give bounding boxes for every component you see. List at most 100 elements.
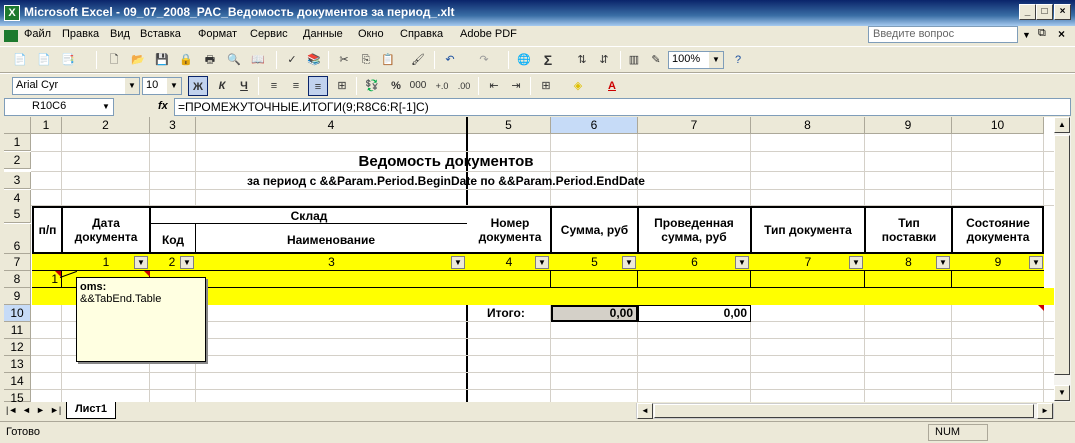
italic-button[interactable]: К xyxy=(212,76,232,96)
fill-color-icon[interactable]: ◈ xyxy=(568,76,588,96)
worksheet-grid[interactable]: 1 2 3 4 5 6 7 8 9 10 1 2 3 4 5 6 7 8 9 1… xyxy=(4,117,1054,402)
name-box[interactable]: R10C6 ▼ xyxy=(4,98,114,116)
row-header-14[interactable]: 14 xyxy=(4,373,31,390)
increase-decimal-icon[interactable]: +.0 xyxy=(432,76,452,96)
borders-icon[interactable]: ⊞ xyxy=(536,76,556,96)
merge-center-icon[interactable]: ⊞ xyxy=(332,76,352,96)
print-preview-icon[interactable]: 🔍 xyxy=(224,50,244,70)
doc-restore-button[interactable]: ⧉ xyxy=(1038,27,1046,40)
row-header-15[interactable]: 15 xyxy=(4,390,31,402)
research-book-icon[interactable]: 📚 xyxy=(304,50,324,70)
col-header-3[interactable]: 3 xyxy=(150,117,196,134)
autofilter-dropdown[interactable]: ▼ xyxy=(622,256,636,269)
spelling-icon[interactable]: ✓ xyxy=(282,50,302,70)
row-header-12[interactable]: 12 xyxy=(4,339,31,356)
row-header-7[interactable]: 7 xyxy=(4,254,31,271)
autofilter-dropdown[interactable]: ▼ xyxy=(735,256,749,269)
autofilter-dropdown[interactable]: ▼ xyxy=(1029,256,1043,269)
help-question-input[interactable]: Введите вопрос xyxy=(868,26,1018,43)
last-sheet-icon[interactable]: ►| xyxy=(50,405,61,415)
scroll-right-icon[interactable]: ► xyxy=(1037,403,1053,419)
zoom-select[interactable]: 100% ▼ xyxy=(668,51,724,69)
col-header-7[interactable]: 7 xyxy=(638,117,751,134)
col-header-2[interactable]: 2 xyxy=(62,117,150,134)
autofilter-dropdown[interactable]: ▼ xyxy=(451,256,465,269)
autofilter-dropdown[interactable]: ▼ xyxy=(134,256,148,269)
autosum-icon[interactable]: Σ xyxy=(538,50,558,70)
chevron-down-icon[interactable]: ▼ xyxy=(99,99,113,115)
help-dropdown-icon[interactable]: ▼ xyxy=(1022,30,1031,40)
prev-sheet-icon[interactable]: ◄ xyxy=(22,405,31,415)
print-icon[interactable]: 🖶 xyxy=(200,50,220,70)
pdf-icon[interactable]: 📄 xyxy=(10,50,30,70)
percent-button[interactable]: % xyxy=(386,76,406,96)
col-header-4[interactable]: 4 xyxy=(196,117,467,134)
row-header-4[interactable]: 4 xyxy=(4,190,31,207)
align-right-icon[interactable]: ≡ xyxy=(308,76,328,96)
open-icon[interactable]: 📂 xyxy=(128,50,148,70)
bold-button[interactable]: Ж xyxy=(188,76,208,96)
chevron-down-icon[interactable]: ▼ xyxy=(167,78,181,94)
col-header-1[interactable]: 1 xyxy=(31,117,62,134)
menu-view[interactable]: Вид xyxy=(110,28,130,40)
row-header-6[interactable]: 6 xyxy=(4,224,31,254)
menu-window[interactable]: Окно xyxy=(358,28,384,40)
pdf-review-icon[interactable]: 📑 xyxy=(58,50,78,70)
next-sheet-icon[interactable]: ► xyxy=(36,405,45,415)
row-header-5[interactable]: 5 xyxy=(4,206,31,223)
underline-button[interactable]: Ч xyxy=(234,76,254,96)
decrease-decimal-icon[interactable]: .00 xyxy=(454,76,474,96)
fx-icon[interactable]: fx xyxy=(158,100,168,112)
autofilter-dropdown[interactable]: ▼ xyxy=(936,256,950,269)
chevron-down-icon[interactable]: ▼ xyxy=(125,78,139,94)
row-header-2[interactable]: 2 xyxy=(4,152,31,169)
maximize-button[interactable]: □ xyxy=(1036,4,1053,20)
chevron-down-icon[interactable]: ▼ xyxy=(709,52,723,68)
help-icon[interactable]: ? xyxy=(728,50,748,70)
format-painter-icon[interactable]: 🖌 xyxy=(408,50,428,70)
select-all-corner[interactable] xyxy=(4,117,31,134)
menu-data[interactable]: Данные xyxy=(303,28,343,40)
row-header-9[interactable]: 9 xyxy=(4,288,31,305)
sort-ascending-icon[interactable]: ⇅ xyxy=(572,50,592,70)
col-header-8[interactable]: 8 xyxy=(751,117,865,134)
save-icon[interactable]: 💾 xyxy=(152,50,172,70)
menu-adobe-pdf[interactable]: Adobe PDF xyxy=(460,28,517,40)
scroll-thumb[interactable] xyxy=(1054,135,1070,375)
col-header-10[interactable]: 10 xyxy=(952,117,1044,134)
total-posted-cell[interactable]: 0,00 xyxy=(638,305,751,322)
scroll-up-icon[interactable]: ▲ xyxy=(1054,117,1070,133)
excel-app-icon[interactable]: X xyxy=(4,5,20,21)
minimize-button[interactable]: _ xyxy=(1019,4,1036,20)
font-size-select[interactable]: 10 ▼ xyxy=(142,77,182,95)
col-header-9[interactable]: 9 xyxy=(865,117,952,134)
menu-file[interactable]: Файл xyxy=(24,28,51,40)
font-color-icon[interactable]: A xyxy=(602,76,622,96)
permission-icon[interactable]: 🔒 xyxy=(176,50,196,70)
comment-box[interactable]: oms: &&TabEnd.Table xyxy=(76,277,206,362)
horizontal-scrollbar[interactable]: ◄ ► xyxy=(636,403,1054,419)
vertical-scrollbar[interactable]: ▲ ▼ xyxy=(1054,117,1071,402)
scroll-down-icon[interactable]: ▼ xyxy=(1054,385,1070,401)
sort-descending-icon[interactable]: ⇵ xyxy=(594,50,614,70)
scroll-left-icon[interactable]: ◄ xyxy=(637,403,653,419)
menu-help[interactable]: Справка xyxy=(400,28,443,40)
drawing-icon[interactable]: ✎ xyxy=(646,50,666,70)
chart-wizard-icon[interactable]: ▥ xyxy=(624,50,644,70)
menu-format[interactable]: Формат xyxy=(198,28,237,40)
research-icon[interactable]: 📖 xyxy=(248,50,268,70)
total-sum-cell[interactable]: 0,00 xyxy=(551,305,638,322)
paste-icon[interactable]: 📋 xyxy=(378,50,398,70)
copy-icon[interactable]: ⎘ xyxy=(356,50,376,70)
align-center-icon[interactable]: ≡ xyxy=(286,76,306,96)
row-header-1[interactable]: 1 xyxy=(4,134,31,151)
increase-indent-icon[interactable]: ⇥ xyxy=(506,76,526,96)
row-header-13[interactable]: 13 xyxy=(4,356,31,373)
sheet-tab-1[interactable]: Лист1 xyxy=(66,402,116,419)
menu-insert[interactable]: Вставка xyxy=(140,28,181,40)
doc-close-button[interactable]: × xyxy=(1058,27,1065,41)
row-header-3[interactable]: 3 xyxy=(4,172,31,189)
align-left-icon[interactable]: ≡ xyxy=(264,76,284,96)
row-header-8[interactable]: 8 xyxy=(4,271,31,288)
workbook-icon[interactable] xyxy=(4,30,18,42)
